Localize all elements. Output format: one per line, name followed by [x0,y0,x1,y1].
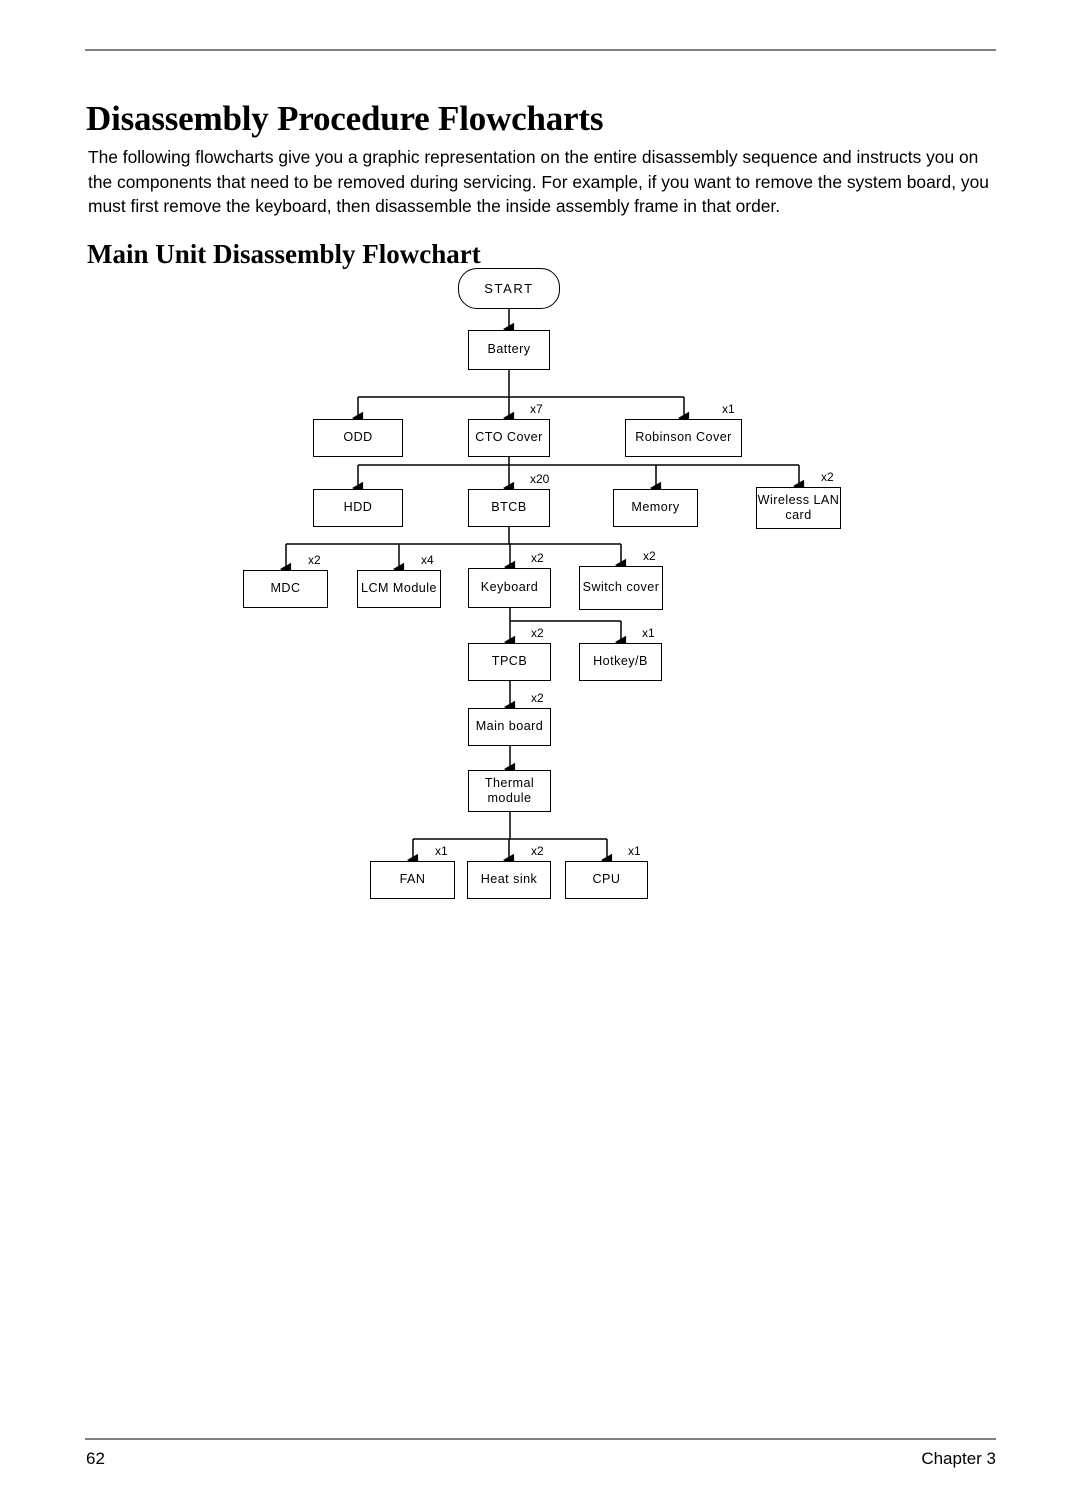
flow-node-start: START [458,268,560,309]
screw-qty-keyboard: x2 [531,551,544,565]
flow-node-lcm: LCM Module [357,570,441,608]
flow-node-heatsink: Heat sink [467,861,551,899]
flow-node-switch: Switch cover [579,566,663,610]
screw-qty-heatsink: x2 [531,844,544,858]
footer-page-number: 62 [86,1449,105,1468]
footer-divider [85,1438,996,1440]
document-page: Disassembly Procedure Flowcharts The fol… [0,0,1080,1512]
flow-node-odd: ODD [313,419,403,457]
flow-node-wlan: Wireless LAN card [756,487,841,529]
footer-chapter-label: Chapter 3 [921,1449,996,1468]
flow-node-fan: FAN [370,861,455,899]
flow-node-mainboard: Main board [468,708,551,746]
screw-qty-switch: x2 [643,549,656,563]
flow-node-mdc: MDC [243,570,328,608]
flow-node-btcb: BTCB [468,489,550,527]
screw-qty-hotkey: x1 [642,626,655,640]
flow-node-hotkey: Hotkey/B [579,643,662,681]
main-unit-disassembly-flowchart: START Battery ODD CTO Cover x7 Robinson Cover… [0,0,1080,1512]
screw-qty-cpu: x1 [628,844,641,858]
flow-node-memory: Memory [613,489,698,527]
flow-node-robinson: Robinson Cover [625,419,742,457]
screw-qty-mdc: x2 [308,553,321,567]
flow-node-keyboard: Keyboard [468,568,551,608]
flow-node-cto: CTO Cover [468,419,550,457]
screw-qty-tpcb: x2 [531,626,544,640]
screw-qty-cto: x7 [530,402,543,416]
flow-node-cpu: CPU [565,861,648,899]
screw-qty-fan: x1 [435,844,448,858]
flow-node-tpcb: TPCB [468,643,551,681]
screw-qty-mainboard: x2 [531,691,544,705]
screw-qty-wlan: x2 [821,470,834,484]
screw-qty-lcm: x4 [421,553,434,567]
flow-node-hdd: HDD [313,489,403,527]
flowchart-connectors [280,309,805,867]
flow-node-battery: Battery [468,330,550,370]
screw-qty-btcb: x20 [530,472,550,486]
flow-node-thermal: Thermal module [468,770,551,812]
screw-qty-robinson: x1 [722,402,735,416]
